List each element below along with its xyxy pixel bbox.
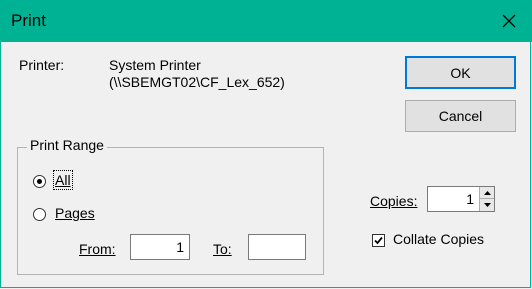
- copies-value: 1: [466, 191, 474, 207]
- pages-radio-label[interactable]: Pages: [55, 205, 95, 221]
- pages-radio-label-text: Pages: [55, 205, 95, 221]
- to-field[interactable]: [248, 234, 306, 260]
- copies-label-text: Copies:: [370, 193, 418, 209]
- radio-selected-dot: [37, 179, 42, 184]
- copies-label: Copies:: [370, 193, 417, 209]
- cancel-button[interactable]: Cancel: [405, 100, 516, 132]
- collate-checkbox[interactable]: [372, 234, 385, 247]
- spin-up-button[interactable]: [480, 187, 494, 199]
- ok-button[interactable]: OK: [405, 56, 516, 89]
- title-bar[interactable]: Print: [0, 0, 532, 42]
- spin-up-icon: [483, 190, 491, 195]
- all-radio[interactable]: [33, 175, 46, 188]
- spin-down-icon: [483, 202, 491, 207]
- printer-name: System Printer: [109, 57, 201, 73]
- cancel-button-label: Cancel: [438, 108, 483, 124]
- collate-label[interactable]: Collate Copies: [393, 231, 484, 247]
- from-label: From:: [79, 241, 116, 257]
- printer-path: (\\SBEMGT02\CF_Lex_652): [109, 74, 285, 90]
- pages-radio[interactable]: [33, 208, 46, 221]
- copies-field[interactable]: 1: [427, 186, 495, 212]
- print-range-legend: Print Range: [27, 137, 107, 153]
- checkmark-icon: [374, 236, 383, 245]
- from-field[interactable]: 1: [130, 234, 190, 260]
- ok-button-label: OK: [450, 64, 471, 81]
- close-button[interactable]: [486, 0, 532, 42]
- window-title: Print: [11, 11, 46, 30]
- copies-spinner[interactable]: [479, 187, 494, 211]
- from-label-text: From:: [79, 241, 116, 257]
- to-label-text: To:: [213, 241, 232, 257]
- spin-down-button[interactable]: [480, 199, 494, 210]
- printer-label: Printer:: [19, 57, 65, 73]
- all-radio-label[interactable]: All: [53, 170, 73, 190]
- to-label: To:: [213, 241, 232, 257]
- close-icon: [502, 14, 516, 28]
